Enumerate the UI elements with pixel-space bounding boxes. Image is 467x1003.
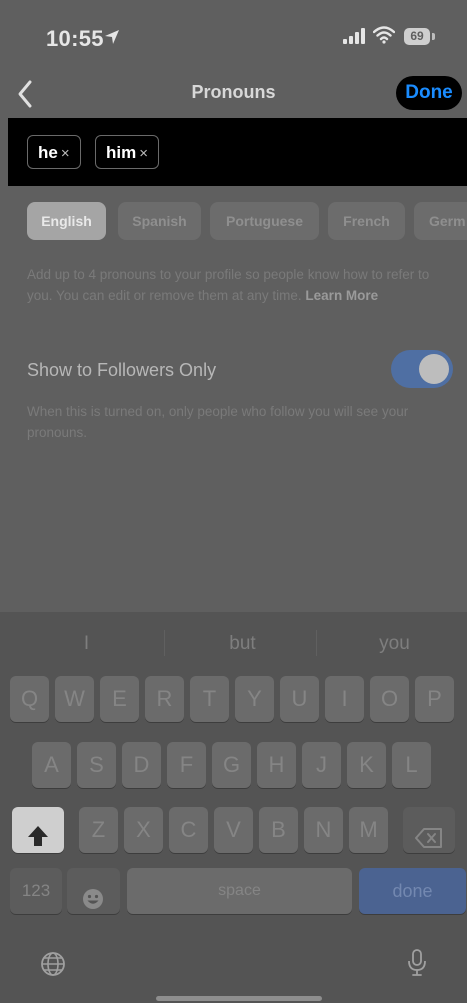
location-arrow-icon [104,29,120,50]
space-key[interactable]: space [127,868,352,914]
pronoun-chip-bar[interactable]: he × him × [8,118,467,186]
key-y[interactable]: Y [235,676,274,722]
delete-key[interactable] [403,807,455,853]
tab-french[interactable]: French [328,202,405,240]
navigation-bar: Pronouns Done [0,70,467,118]
key-m[interactable]: M [349,807,388,853]
key-u[interactable]: U [280,676,319,722]
key-g[interactable]: G [212,742,251,788]
key-v[interactable]: V [214,807,253,853]
key-b[interactable]: B [259,807,298,853]
key-j[interactable]: J [302,742,341,788]
tab-portuguese[interactable]: Portuguese [210,202,319,240]
key-l[interactable]: L [392,742,431,788]
key-i[interactable]: I [325,676,364,722]
keyboard: I but you Q W E R T Y U I O P A S D F G … [0,612,467,1003]
done-button[interactable]: Done [396,76,462,110]
key-a[interactable]: A [32,742,71,788]
key-z[interactable]: Z [79,807,118,853]
key-t[interactable]: T [190,676,229,722]
home-indicator [156,996,322,1001]
status-bar: 10:55 69 [0,0,467,70]
key-s[interactable]: S [77,742,116,788]
suggestion-3[interactable]: you [317,622,467,666]
key-e[interactable]: E [100,676,139,722]
pronoun-help-text: Add up to 4 pronouns to your profile so … [27,265,437,306]
suggestion-1[interactable]: I [9,622,164,666]
tab-german[interactable]: Germ [414,202,467,240]
key-f[interactable]: F [167,742,206,788]
suggestion-2[interactable]: but [165,622,320,666]
key-k[interactable]: K [347,742,386,788]
key-c[interactable]: C [169,807,208,853]
chip-label: he [38,143,58,162]
pronoun-chip-he[interactable]: he × [27,135,81,169]
key-h[interactable]: H [257,742,296,788]
tab-spanish[interactable]: Spanish [118,202,201,240]
followers-only-toggle[interactable] [391,350,453,388]
wifi-icon [372,26,396,49]
battery-tip [432,33,435,40]
emoji-key[interactable] [67,868,120,914]
key-n[interactable]: N [304,807,343,853]
cellular-signal-icon [343,28,365,49]
numbers-key[interactable]: 123 [10,868,62,914]
toggle-knob [419,354,449,384]
battery-icon: 69 [404,28,430,45]
shift-arrow-icon [26,818,50,864]
key-r[interactable]: R [145,676,184,722]
remove-icon[interactable]: × [139,145,148,162]
remove-icon[interactable]: × [61,145,70,162]
chip-label: him [106,143,137,162]
emoji-icon [82,880,104,926]
key-w[interactable]: W [55,676,94,722]
followers-only-label: Show to Followers Only [27,360,217,380]
key-o[interactable]: O [370,676,409,722]
keyboard-done-key[interactable]: done [359,868,466,914]
key-x[interactable]: X [124,807,163,853]
pronoun-chip-him[interactable]: him × [95,135,159,169]
globe-icon[interactable] [40,951,66,982]
pronouns-screen: 10:55 69 Pronouns Done he × him × Englis… [0,0,467,1003]
backspace-icon [415,819,443,865]
microphone-icon[interactable] [406,948,428,983]
shift-key[interactable] [12,807,64,853]
toggle-help-text: When this is turned on, only people who … [27,404,409,440]
key-p[interactable]: P [415,676,454,722]
tab-english[interactable]: English [27,202,106,240]
language-tabs: English Spanish Portuguese French Germ [0,200,467,240]
status-time: 10:55 [46,26,104,51]
key-d[interactable]: D [122,742,161,788]
key-q[interactable]: Q [10,676,49,722]
learn-more-link[interactable]: Learn More [305,288,378,303]
